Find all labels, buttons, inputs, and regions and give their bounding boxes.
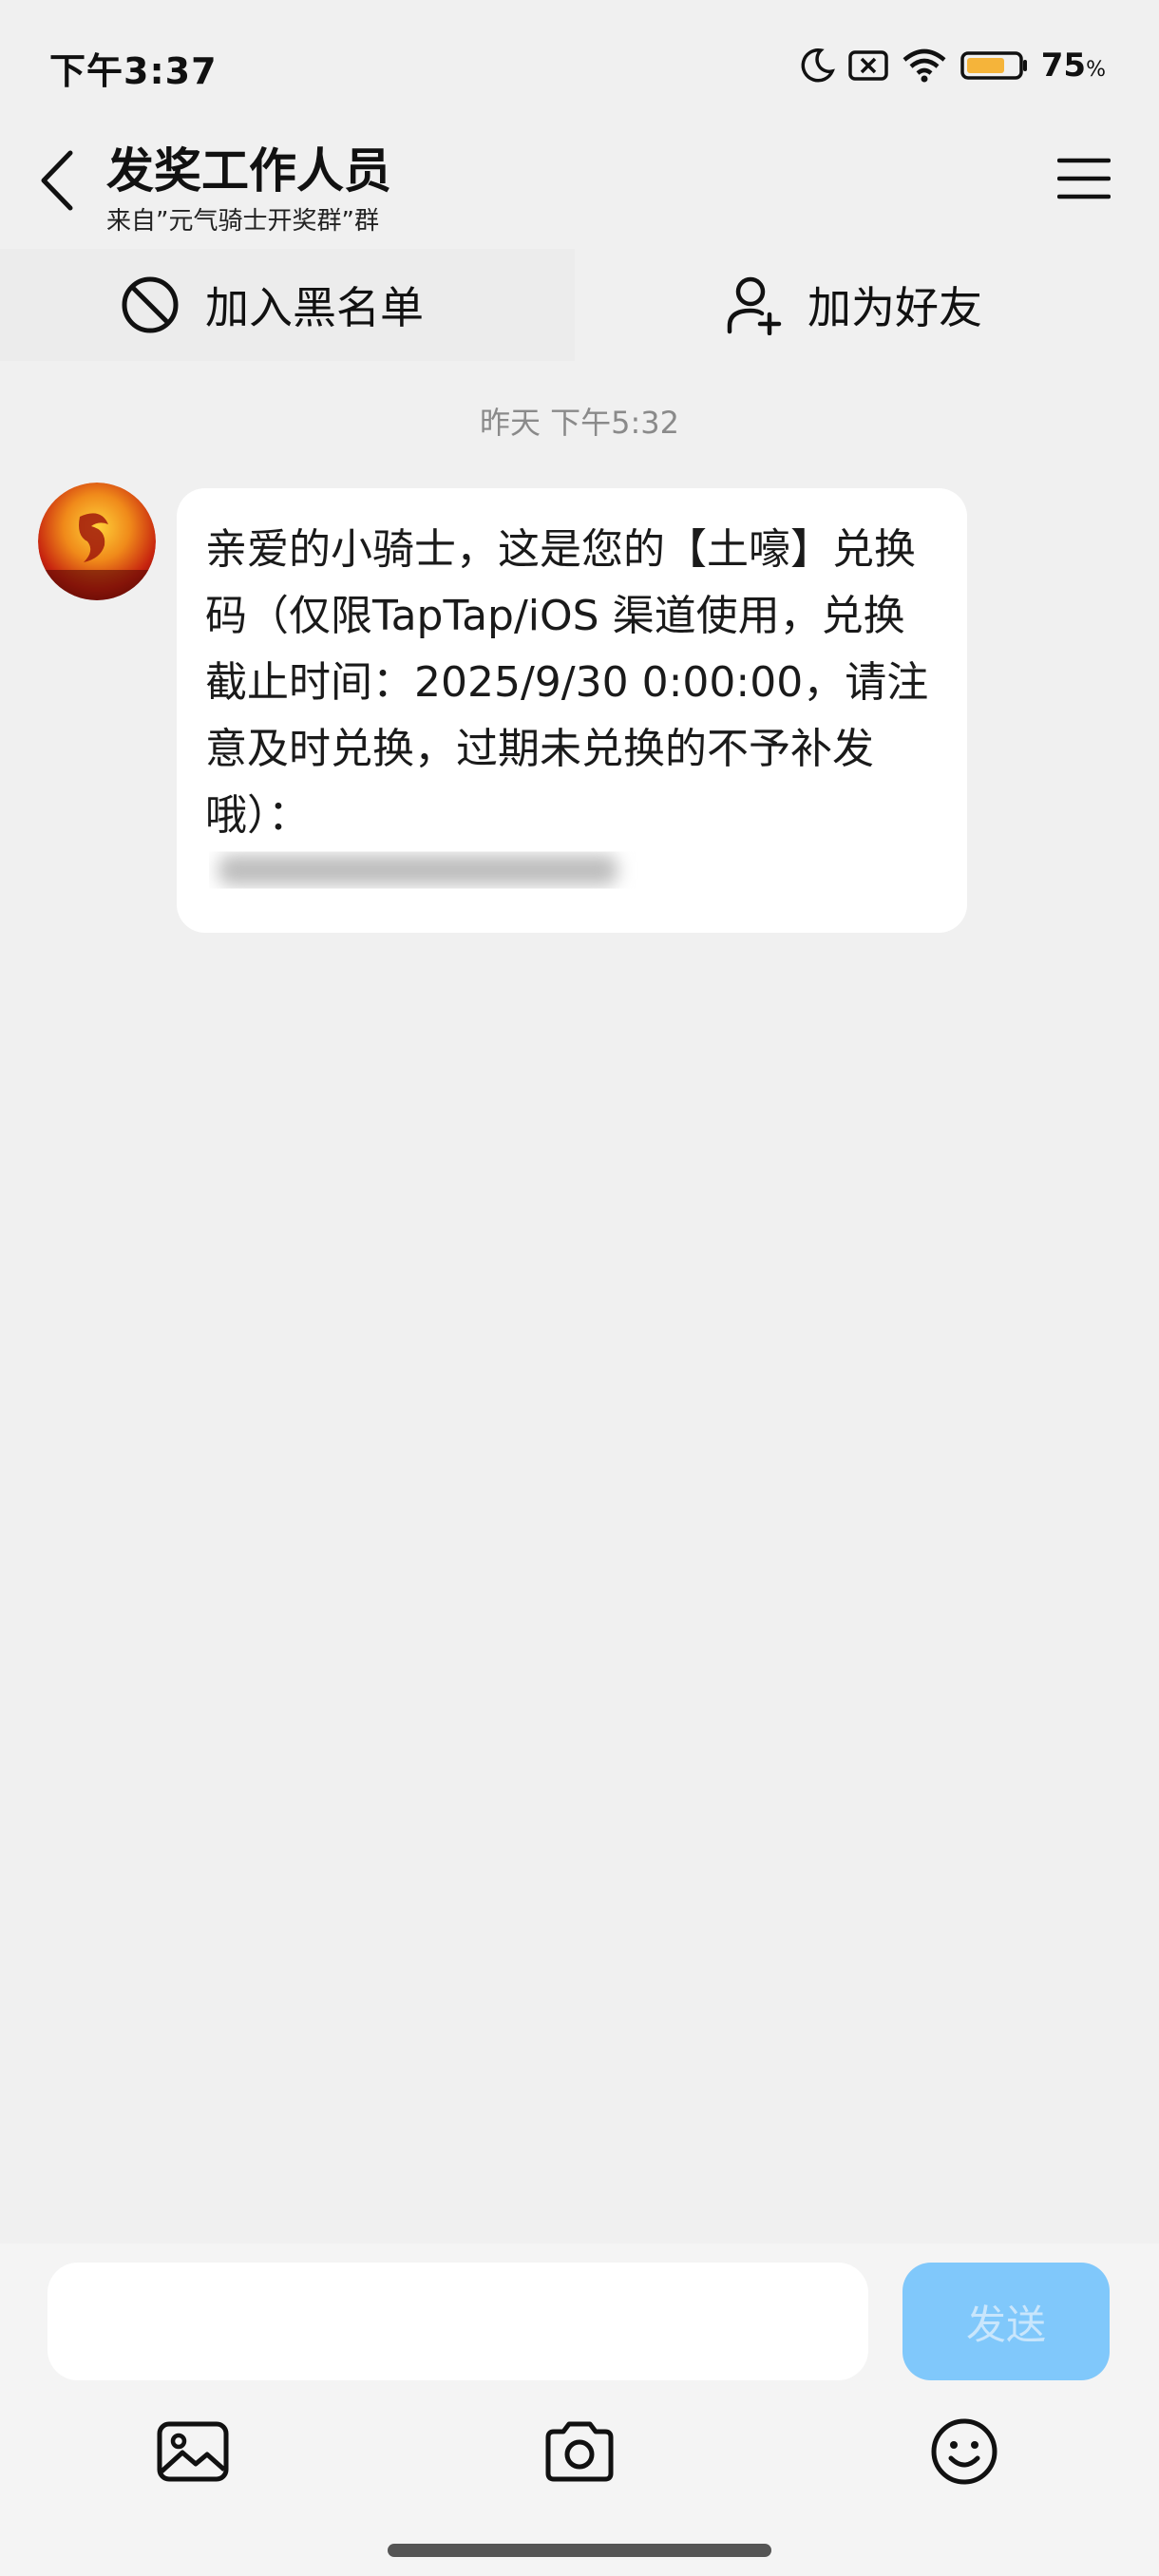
input-bar: 发送 — [0, 2244, 1159, 2576]
chat-title: 发奖工作人员 — [106, 143, 391, 199]
avatar-image — [38, 483, 156, 600]
add-friend-label: 加为好友 — [808, 282, 982, 333]
moon-icon — [798, 47, 836, 85]
back-button[interactable] — [28, 142, 86, 218]
home-indicator[interactable] — [388, 2544, 771, 2557]
chat-header: 发奖工作人员 来自”元气骑士开奖群”群 — [0, 123, 1159, 247]
redacted-code — [209, 842, 646, 899]
chevron-left-icon — [41, 150, 73, 211]
no-sim-icon — [847, 47, 889, 85]
message-text: 亲爱的小骑士，这是您的【土嚎】兑换码（仅限TapTap/iOS 渠道使用，兑换截… — [205, 525, 929, 840]
status-icons: 75% — [798, 42, 1106, 89]
add-friend-button[interactable]: 加为好友 — [726, 249, 982, 361]
menu-button[interactable] — [1051, 150, 1117, 207]
menu-icon — [1057, 158, 1111, 199]
wifi-icon — [901, 47, 948, 85]
status-time: 下午3:37 — [49, 50, 218, 92]
block-button[interactable]: 加入黑名单 — [120, 249, 424, 361]
add-user-icon — [727, 276, 782, 335]
block-icon — [122, 276, 179, 333]
chat-subtitle: 来自”元气骑士开奖群”群 — [106, 207, 379, 236]
message-input[interactable] — [48, 2263, 868, 2380]
image-icon — [157, 2421, 229, 2482]
camera-icon — [545, 2421, 614, 2482]
action-bar: 加入黑名单 加为好友 — [0, 249, 1159, 361]
image-button[interactable] — [150, 2409, 236, 2494]
battery-percent: 75% — [1040, 47, 1106, 85]
block-label: 加入黑名单 — [205, 282, 424, 333]
chat-screen: 下午3:37 75% 发奖工作人员 来自”元气骑士开奖群”群 加入黑名单 加为好… — [0, 0, 1159, 2576]
avatar[interactable] — [38, 483, 156, 600]
camera-button[interactable] — [537, 2409, 622, 2494]
battery-icon — [960, 47, 1030, 85]
message-timestamp: 昨天 下午5:32 — [479, 405, 680, 441]
emoji-button[interactable] — [922, 2409, 1007, 2494]
emoji-icon — [931, 2418, 998, 2485]
send-button[interactable]: 发送 — [902, 2263, 1110, 2380]
message-bubble[interactable]: 亲爱的小骑士，这是您的【土嚎】兑换码（仅限TapTap/iOS 渠道使用，兑换截… — [177, 488, 967, 933]
status-bar: 下午3:37 75% — [0, 0, 1159, 133]
